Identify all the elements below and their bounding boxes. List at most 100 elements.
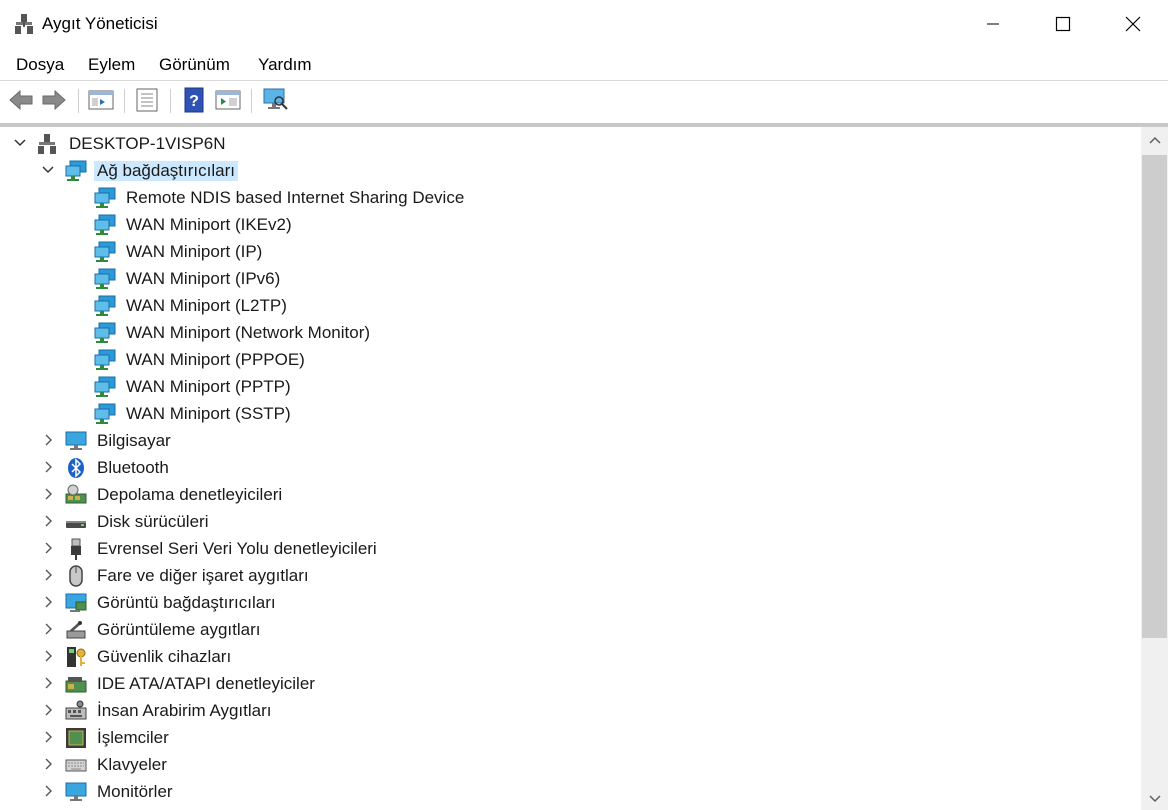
show-hide-console-tree-button[interactable] (87, 86, 115, 114)
tree-device[interactable]: WAN Miniport (PPPOE) (0, 346, 1141, 373)
tree-category-label: Bilgisayar (97, 431, 171, 450)
security-device-icon (67, 647, 86, 667)
title-bar: Aygıt Yöneticisi (0, 0, 1168, 48)
disk-drive-icon (66, 521, 86, 528)
help-icon: ? (184, 87, 204, 113)
back-button[interactable] (7, 86, 35, 114)
tree-category-label: Fare ve diğer işaret aygıtları (97, 566, 309, 585)
chevron-right-icon[interactable] (41, 782, 55, 800)
action-pane-button[interactable] (214, 86, 242, 114)
usb-icon (71, 538, 81, 560)
tree-category-mice[interactable]: Fare ve diğer işaret aygıtları (0, 562, 1141, 589)
tree-category-ide-controllers[interactable]: IDE ATA/ATAPI denetleyiciler (0, 670, 1141, 697)
tree-category-label: Depolama denetleyicileri (97, 485, 283, 504)
run-icon (215, 90, 241, 110)
network-adapter-icon (94, 403, 116, 424)
chevron-right-icon[interactable] (41, 755, 55, 773)
ide-controller-icon (65, 677, 87, 693)
scroll-up-button[interactable] (1141, 129, 1168, 151)
tree-category-label: Ağ bağdaştırıcıları (94, 161, 238, 181)
chevron-right-icon[interactable] (41, 512, 55, 530)
chevron-right-icon[interactable] (41, 620, 55, 638)
tree-device[interactable]: WAN Miniport (Network Monitor) (0, 319, 1141, 346)
maximize-button[interactable] (1028, 0, 1098, 48)
tree-category-next[interactable] (0, 805, 1141, 810)
tree-device[interactable]: Remote NDIS based Internet Sharing Devic… (0, 184, 1141, 211)
forward-button[interactable] (40, 86, 68, 114)
chevron-right-icon[interactable] (41, 485, 55, 503)
tree-device-label: WAN Miniport (SSTP) (126, 404, 291, 423)
back-icon (9, 89, 33, 111)
tree-category-label: Klavyeler (97, 755, 167, 774)
tree-category-label: Görüntüleme aygıtları (97, 620, 261, 639)
tree-device-label: WAN Miniport (IPv6) (126, 269, 281, 288)
menu-help[interactable]: Yardım (258, 55, 312, 75)
bluetooth-icon (68, 458, 84, 478)
menu-file[interactable]: Dosya (16, 55, 64, 75)
computer-icon (65, 431, 87, 450)
tree-category-processors[interactable]: İşlemciler (0, 724, 1141, 751)
tree-device[interactable]: WAN Miniport (IKEv2) (0, 211, 1141, 238)
list-icon (136, 88, 158, 112)
tree-category-bluetooth[interactable]: Bluetooth (0, 454, 1141, 481)
tree-device[interactable]: WAN Miniport (PPTP) (0, 373, 1141, 400)
tree-category-label: Güvenlik cihazları (97, 647, 232, 666)
tree-device-label: Remote NDIS based Internet Sharing Devic… (126, 188, 465, 207)
tree-category-storage-controllers[interactable]: Depolama denetleyicileri (0, 481, 1141, 508)
tree-category-display-adapters[interactable]: Görüntü bağdaştırıcıları (0, 589, 1141, 616)
tree-category-disk-drives[interactable]: Disk sürücüleri (0, 508, 1141, 535)
chevron-down-icon[interactable] (13, 134, 27, 152)
help-button[interactable]: ? (180, 86, 208, 114)
tree-category-computer[interactable]: Bilgisayar (0, 427, 1141, 454)
chevron-right-icon[interactable] (41, 647, 55, 665)
chevron-right-icon[interactable] (41, 539, 55, 557)
maximize-icon (1055, 16, 1071, 32)
chevron-right-icon[interactable] (41, 701, 55, 719)
tree-category-usb-controllers[interactable]: Evrensel Seri Veri Yolu denetleyicileri (0, 535, 1141, 562)
device-manager-icon (15, 14, 33, 34)
network-adapter-icon (94, 214, 116, 235)
tree-category-network-adapters[interactable]: Ağ bağdaştırıcıları (0, 157, 1141, 184)
tree-category-monitors[interactable]: Monitörler (0, 778, 1141, 805)
network-adapter-icon (94, 241, 116, 262)
chevron-down-icon[interactable] (41, 161, 55, 179)
tree-category-keyboards[interactable]: Klavyeler (0, 751, 1141, 778)
vertical-scrollbar[interactable] (1141, 127, 1168, 810)
toolbar: ? (0, 81, 1168, 121)
processor-icon (66, 728, 86, 748)
menu-action[interactable]: Eylem (88, 55, 135, 75)
minimize-button[interactable] (958, 0, 1028, 48)
toolbar-divider (170, 89, 171, 113)
chevron-down-icon (1148, 795, 1161, 803)
chevron-right-icon[interactable] (41, 431, 55, 449)
chevron-right-icon[interactable] (41, 593, 55, 611)
tree-device[interactable]: WAN Miniport (SSTP) (0, 400, 1141, 427)
chevron-right-icon[interactable] (41, 674, 55, 692)
tree-device[interactable]: WAN Miniport (IPv6) (0, 265, 1141, 292)
chevron-right-icon[interactable] (41, 458, 55, 476)
network-adapter-icon (94, 322, 116, 343)
chevron-right-icon[interactable] (41, 728, 55, 746)
close-button[interactable] (1098, 0, 1168, 48)
imaging-device-icon (66, 621, 86, 639)
tree-category-hid[interactable]: İnsan Arabirim Aygıtları (0, 697, 1141, 724)
tree-category-security-devices[interactable]: Güvenlik cihazları (0, 643, 1141, 670)
scrollbar-thumb[interactable] (1142, 155, 1167, 638)
menu-view[interactable]: Görünüm (159, 55, 230, 75)
scroll-down-button[interactable] (1141, 788, 1168, 810)
tree-category-imaging-devices[interactable]: Görüntüleme aygıtları (0, 616, 1141, 643)
tree-device[interactable]: WAN Miniport (IP) (0, 238, 1141, 265)
toolbar-divider (251, 89, 252, 113)
computer-node-icon (38, 134, 56, 154)
tree-device-label: WAN Miniport (PPPOE) (126, 350, 305, 369)
chevron-right-icon[interactable] (41, 566, 55, 584)
tree-root[interactable]: DESKTOP-1VISP6N (0, 130, 1141, 157)
network-adapter-icon (94, 268, 116, 289)
window-title: Aygıt Yöneticisi (42, 14, 158, 33)
forward-icon (42, 89, 66, 111)
scan-hardware-button[interactable] (261, 86, 289, 114)
storage-controller-icon (65, 484, 87, 504)
properties-button[interactable] (133, 86, 161, 114)
hid-icon (65, 700, 87, 720)
tree-device[interactable]: WAN Miniport (L2TP) (0, 292, 1141, 319)
